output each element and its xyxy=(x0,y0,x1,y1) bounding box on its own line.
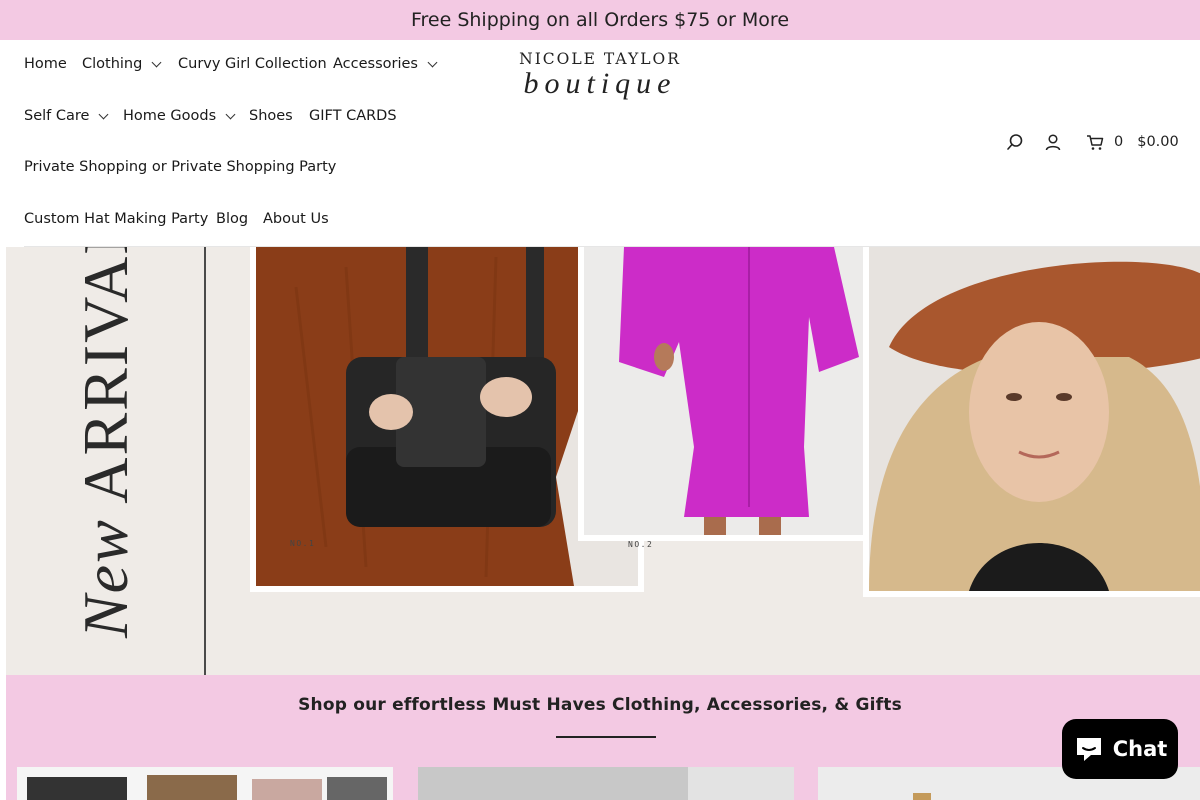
nav-private-shopping-label: Private Shopping or Private Shopping Par… xyxy=(24,159,337,175)
chevron-down-icon xyxy=(225,109,236,119)
announcement-text: Free Shipping on all Orders $75 or More xyxy=(410,9,790,31)
card-1-image xyxy=(17,767,393,800)
user-icon xyxy=(1045,134,1061,151)
hero-banner[interactable]: New ARRIVALS NO.1 NO.2 xyxy=(6,247,1200,675)
nav-home-goods-label: Home Goods xyxy=(123,108,217,124)
card-2-image xyxy=(418,767,794,800)
store-logo[interactable]: NICOLE TAYLOR boutique xyxy=(515,50,685,106)
cart-total: $0.00 xyxy=(1137,134,1179,150)
hero-label-no1: NO.1 xyxy=(290,539,316,548)
chevron-down-icon xyxy=(99,109,109,119)
logo-bottom-text: boutique xyxy=(523,67,677,100)
nav-custom-hat-party[interactable]: Custom Hat Making Party xyxy=(24,211,208,227)
nav-self-care[interactable]: Self Care xyxy=(24,108,109,124)
nav-accessories[interactable]: Accessories xyxy=(333,56,438,72)
nav-private-shopping[interactable]: Private Shopping or Private Shopping Par… xyxy=(24,159,336,175)
dress-illustration xyxy=(584,247,868,535)
nav-clothing[interactable]: Clothing xyxy=(82,56,162,72)
nav-curvy-label: Curvy Girl Collection xyxy=(178,56,327,72)
chevron-down-icon xyxy=(151,57,162,67)
nav-blog[interactable]: Blog xyxy=(216,211,248,227)
nav-shoes-label: Shoes xyxy=(249,108,293,124)
nav-self-care-label: Self Care xyxy=(24,108,90,124)
hero-label-no2: NO.2 xyxy=(628,540,654,549)
nav-curvy-girl-collection[interactable]: Curvy Girl Collection xyxy=(178,56,327,72)
promo-title: Shop our effortless Must Haves Clothing,… xyxy=(298,695,902,715)
hat-illustration xyxy=(869,247,1200,591)
cart-button[interactable]: 0 $0.00 xyxy=(1086,132,1179,152)
collection-card-2[interactable] xyxy=(418,767,794,800)
search-button[interactable] xyxy=(1006,132,1024,152)
hero-divider xyxy=(204,247,206,675)
nav-home-goods[interactable]: Home Goods xyxy=(123,108,236,124)
hero-title-script: New xyxy=(70,518,141,639)
account-button[interactable] xyxy=(1044,132,1062,152)
chevron-down-icon xyxy=(427,57,438,67)
hat-photo-content xyxy=(869,247,1200,591)
logo-top-text: NICOLE TAYLOR xyxy=(519,50,681,68)
nav-blog-label: Blog xyxy=(216,211,249,227)
hero-photo-hat xyxy=(863,247,1200,597)
nav-about-label: About Us xyxy=(263,211,329,227)
nav-gift-cards-label: GIFT CARDS xyxy=(309,108,397,124)
cart-count: 0 xyxy=(1114,134,1124,150)
nav-clothing-label: Clothing xyxy=(82,56,143,72)
nav-gift-cards[interactable]: GIFT CARDS xyxy=(309,108,397,124)
announcement-bar: Free Shipping on all Orders $75 or More xyxy=(0,0,1200,40)
hero-title: New ARRIVALS xyxy=(69,247,143,638)
chat-label: Chat xyxy=(1112,737,1168,761)
collection-card-1[interactable] xyxy=(17,767,393,800)
promo-divider xyxy=(556,736,656,738)
nav-hat-party-label: Custom Hat Making Party xyxy=(24,211,209,227)
search-icon xyxy=(1007,134,1023,150)
nav-home[interactable]: Home xyxy=(24,56,67,72)
chat-button[interactable]: Chat xyxy=(1062,719,1178,779)
hero-photo-dress: NO.2 xyxy=(578,247,874,549)
cart-icon xyxy=(1087,135,1104,150)
nav-shoes[interactable]: Shoes xyxy=(249,108,293,124)
nav-about-us[interactable]: About Us xyxy=(263,211,329,227)
nav-home-label: Home xyxy=(24,56,67,72)
nav-accessories-label: Accessories xyxy=(333,56,418,72)
chat-bubble-icon xyxy=(1076,738,1101,761)
hero-title-caps: ARRIVALS xyxy=(70,247,141,504)
dress-photo-content xyxy=(584,247,868,535)
